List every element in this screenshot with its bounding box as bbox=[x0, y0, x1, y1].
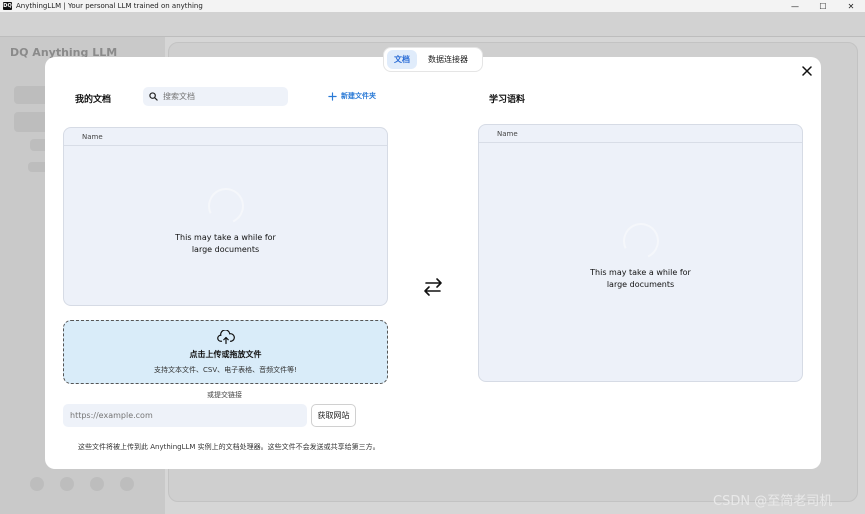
minimize-button[interactable]: — bbox=[781, 0, 809, 12]
my-documents-list: Name This may take a while for large doc… bbox=[63, 127, 388, 306]
swap-arrows-icon[interactable] bbox=[422, 277, 444, 297]
maximize-button[interactable]: ☐ bbox=[809, 0, 837, 12]
window-title: AnythingLLM | Your personal LLM trained … bbox=[16, 2, 203, 10]
upload-dropzone[interactable]: 点击上传或拖放文件 支持文本文件、CSV、电子表格、音频文件等! bbox=[63, 320, 388, 384]
menu-strip bbox=[0, 12, 865, 37]
my-documents-title: 我的文档 bbox=[75, 95, 112, 105]
loading-spinner-icon bbox=[202, 182, 249, 230]
app-icon: DQ bbox=[3, 2, 12, 10]
background-footer-icon bbox=[90, 477, 104, 491]
column-header-name: Name bbox=[64, 128, 387, 146]
new-folder-label: 新建文件夹 bbox=[341, 92, 376, 100]
url-input[interactable] bbox=[63, 404, 307, 427]
workspace-documents-list: Name This may take a while for large doc… bbox=[478, 124, 803, 382]
csdn-watermark: CSDN @至简老司机 bbox=[713, 494, 833, 509]
cloud-upload-icon bbox=[216, 329, 235, 344]
close-modal-button[interactable] bbox=[800, 64, 814, 78]
close-icon bbox=[802, 66, 812, 76]
column-header-name: Name bbox=[479, 125, 802, 143]
background-footer-icon bbox=[60, 477, 74, 491]
search-icon bbox=[149, 92, 158, 101]
upload-subtitle: 支持文本文件、CSV、电子表格、音频文件等! bbox=[154, 365, 297, 374]
fetch-website-button[interactable]: 获取网站 bbox=[311, 404, 356, 427]
new-folder-button[interactable]: 新建文件夹 bbox=[328, 91, 376, 101]
workspace-corpus-title: 学习语料 bbox=[489, 95, 526, 105]
tab-documents[interactable]: 文档 bbox=[387, 50, 417, 69]
search-input[interactable] bbox=[163, 92, 278, 101]
upload-footnote: 这些文件将被上传到此 AnythingLLM 实例上的文档处理器。这些文件不会发… bbox=[78, 443, 380, 451]
background-footer-icon bbox=[120, 477, 134, 491]
loading-spinner-icon bbox=[617, 217, 664, 265]
loading-text: This may take a while for large document… bbox=[590, 268, 691, 289]
loading-state: This may take a while for large document… bbox=[479, 217, 802, 291]
modal-tabs: 文档 数据连接器 bbox=[383, 47, 483, 72]
close-window-button[interactable]: ✕ bbox=[837, 0, 865, 12]
window-titlebar: DQ AnythingLLM | Your personal LLM train… bbox=[0, 0, 865, 12]
search-documents[interactable] bbox=[143, 87, 288, 106]
document-manager-modal: 我的文档 新建文件夹 Name This may take a while fo… bbox=[45, 57, 821, 469]
window-controls: — ☐ ✕ bbox=[781, 0, 865, 12]
loading-text: This may take a while for large document… bbox=[175, 233, 276, 254]
plus-icon bbox=[328, 91, 337, 101]
upload-title: 点击上传或拖放文件 bbox=[189, 349, 262, 359]
or-submit-link-label: 或提交链接 bbox=[207, 391, 242, 399]
loading-state: This may take a while for large document… bbox=[64, 182, 387, 256]
background-footer-icon bbox=[30, 477, 44, 491]
tab-data-connectors[interactable]: 数据连接器 bbox=[421, 50, 475, 69]
